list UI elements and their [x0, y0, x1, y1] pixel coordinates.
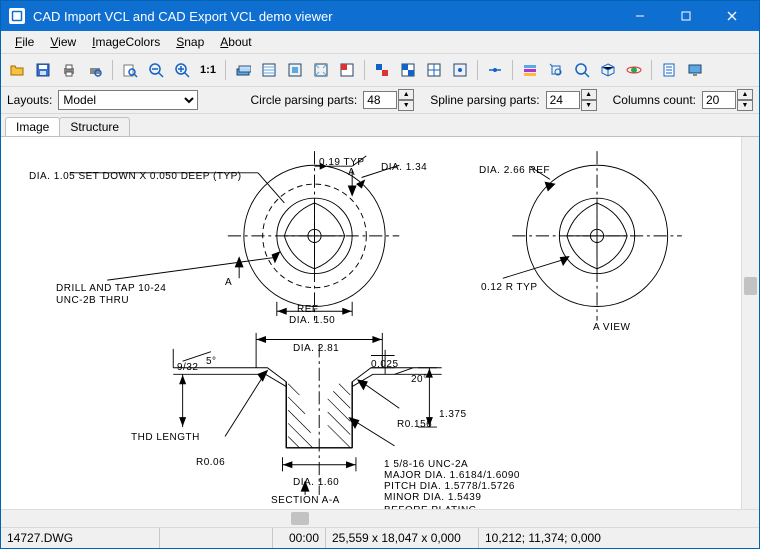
tool-snap-button[interactable]	[448, 58, 472, 82]
circle-parts-down[interactable]: ▼	[398, 100, 414, 111]
layouts-label: Layouts:	[7, 93, 52, 107]
print-preview-button[interactable]	[83, 58, 107, 82]
drawing-canvas[interactable]: DIA. 1.05 SET DOWN X 0.050 DEEP (TYP) 0.…	[1, 137, 741, 509]
open-button[interactable]	[5, 58, 29, 82]
spline-parts-down[interactable]: ▼	[581, 100, 597, 111]
spline-parts-label: Spline parsing parts:	[430, 93, 539, 107]
vscroll-thumb[interactable]	[744, 277, 757, 295]
menu-about[interactable]: About	[212, 33, 259, 51]
toolbar: 1:1	[1, 54, 759, 87]
zoom-out-button[interactable]	[144, 58, 168, 82]
title-bar: CAD Import VCL and CAD Export VCL demo v…	[1, 1, 759, 31]
columns-count-label: Columns count:	[613, 93, 696, 107]
tool-pan-button[interactable]	[544, 58, 568, 82]
tool-checker-button[interactable]	[396, 58, 420, 82]
circle-parts-input[interactable]	[363, 91, 397, 109]
canvas-area: DIA. 1.05 SET DOWN X 0.050 DEEP (TYP) 0.…	[1, 136, 759, 509]
menu-snap[interactable]: Snap	[168, 33, 212, 51]
tool-extents-button[interactable]	[309, 58, 333, 82]
tool-layer-mgr-button[interactable]	[518, 58, 542, 82]
menu-imagecolors[interactable]: ImageColors	[84, 33, 168, 51]
maximize-button[interactable]	[663, 1, 709, 31]
tab-bar: Image Structure	[1, 114, 759, 136]
tool-swap-button[interactable]	[370, 58, 394, 82]
menu-bar: File View ImageColors Snap About	[1, 31, 759, 54]
tab-structure[interactable]: Structure	[59, 117, 130, 136]
zoom-in-button[interactable]	[170, 58, 194, 82]
spline-parts-up[interactable]: ▲	[581, 89, 597, 100]
menu-view[interactable]: View	[42, 33, 84, 51]
window-title: CAD Import VCL and CAD Export VCL demo v…	[33, 9, 617, 24]
status-filename: 14727.DWG	[1, 528, 160, 548]
minimize-button[interactable]	[617, 1, 663, 31]
columns-count-up[interactable]: ▲	[737, 89, 753, 100]
circle-parts-label: Circle parsing parts:	[251, 93, 358, 107]
status-coords: 10,212; 11,374; 0,000	[479, 528, 759, 548]
tool-zoom-window-button[interactable]	[570, 58, 594, 82]
tool-select-button[interactable]	[335, 58, 359, 82]
layouts-select[interactable]: Model	[58, 90, 198, 110]
tool-hatch-button[interactable]	[257, 58, 281, 82]
horizontal-scrollbar[interactable]	[1, 509, 759, 527]
tool-properties-button[interactable]	[657, 58, 681, 82]
status-bar: 14727.DWG 00:00 25,559 x 18,047 x 0,000 …	[1, 527, 759, 548]
save-button[interactable]	[31, 58, 55, 82]
circle-parts-up[interactable]: ▲	[398, 89, 414, 100]
tool-orbit-button[interactable]	[622, 58, 646, 82]
tool-split-h-button[interactable]	[483, 58, 507, 82]
status-extent: 25,559 x 18,047 x 0,000	[326, 528, 479, 548]
tool-screen-button[interactable]	[683, 58, 707, 82]
menu-file[interactable]: File	[7, 33, 42, 51]
columns-count-input[interactable]	[702, 91, 736, 109]
print-button[interactable]	[57, 58, 81, 82]
vertical-scrollbar[interactable]	[741, 137, 759, 509]
status-time: 00:00	[273, 528, 326, 548]
status-empty1	[160, 528, 273, 548]
close-button[interactable]	[709, 1, 755, 31]
app-icon	[9, 8, 25, 24]
tool-3d-button[interactable]	[596, 58, 620, 82]
columns-count-down[interactable]: ▼	[737, 100, 753, 111]
cad-drawing	[1, 137, 741, 509]
tab-image[interactable]: Image	[5, 117, 60, 136]
tool-fit-button[interactable]	[283, 58, 307, 82]
tool-grid-button[interactable]	[422, 58, 446, 82]
spline-parts-input[interactable]	[546, 91, 580, 109]
hscroll-thumb[interactable]	[291, 512, 309, 525]
find-button[interactable]	[118, 58, 142, 82]
zoom-11-button[interactable]: 1:1	[196, 58, 220, 82]
options-bar: Layouts: Model Circle parsing parts: ▲▼ …	[1, 87, 759, 114]
tool-layers-button[interactable]	[231, 58, 255, 82]
